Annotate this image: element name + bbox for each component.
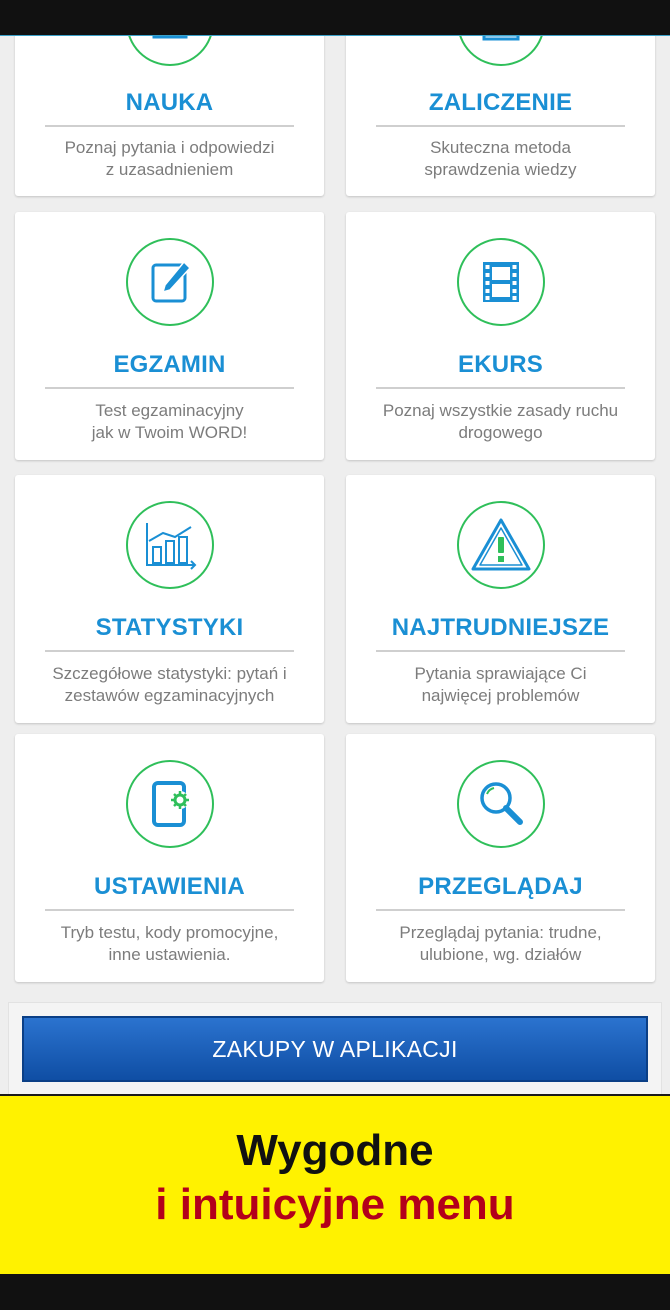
card-divider xyxy=(45,387,294,389)
card-title: PRZEGLĄDAJ xyxy=(418,873,583,900)
card-divider xyxy=(376,387,625,389)
card-divider xyxy=(45,125,294,127)
card-divider xyxy=(45,909,294,911)
card-divider xyxy=(376,909,625,911)
promo-banner: Wygodne i intuicyjne menu xyxy=(0,1094,670,1274)
card-description: Przeglądaj pytania: trudne, ulubione, wg.… xyxy=(399,923,602,964)
promo-headline: Wygodne xyxy=(236,1126,434,1175)
warning-icon xyxy=(456,501,545,589)
menu-card-najtrudniejsze[interactable]: NAJTRUDNIEJSZE Pytania sprawiające Ci naj… xyxy=(346,475,655,723)
film-strip-icon xyxy=(456,238,545,326)
checklist-icon xyxy=(456,36,545,66)
card-title: EKURS xyxy=(457,351,543,378)
card-description: Szczegółowe statystyki: pytań i zestawów … xyxy=(52,664,287,705)
book-icon xyxy=(125,36,214,66)
card-description: Skuteczna metoda sprawdzenia wiedzy xyxy=(424,138,577,179)
card-description: Test egzaminacyjny jak w Twoim WORD! xyxy=(91,401,248,442)
menu-card-zaliczenie[interactable]: ZALICZENIE Skuteczna metoda sprawdzenia w… xyxy=(346,36,655,196)
menu-card-nauka[interactable]: NAUKA Poznaj pytania i odpowiedzi z uzasa… xyxy=(15,36,324,196)
pencil-document-icon xyxy=(125,238,214,326)
menu-screen: NAUKA Poznaj pytania i odpowiedzi z uzasa… xyxy=(0,36,670,1094)
magnifier-icon xyxy=(456,760,545,848)
promo-subheadline: i intuicyjne menu xyxy=(155,1180,515,1229)
card-divider xyxy=(376,650,625,652)
card-title: NAUKA xyxy=(125,89,214,116)
card-description: Tryb testu, kody promocyjne, inne ustawie… xyxy=(60,923,279,964)
menu-card-statystyki[interactable]: STATYSTYKI Szczegółowe statystyki: pytań… xyxy=(15,475,324,723)
card-title: NAJTRUDNIEJSZE xyxy=(391,614,610,641)
bar-chart-icon xyxy=(125,501,214,589)
card-description: Poznaj pytania i odpowiedzi z uzasadnieni… xyxy=(64,138,275,179)
menu-card-ekurs[interactable]: EKURS Poznaj wszystkie zasady ruchu drogo… xyxy=(346,212,655,460)
menu-card-egzamin[interactable]: EGZAMIN Test egzaminacyjny jak w Twoim WO… xyxy=(15,212,324,460)
card-title: USTAWIENIA xyxy=(94,873,245,900)
card-title: EGZAMIN xyxy=(113,351,226,378)
card-title: ZALICZENIE xyxy=(428,89,573,116)
card-description: Poznaj wszystkie zasady ruchu drogowego xyxy=(382,401,619,442)
in-app-purchase-button[interactable]: ZAKUPY W APLIKACJI xyxy=(22,1016,648,1082)
tablet-settings-icon xyxy=(125,760,214,848)
menu-card-ustawienia[interactable]: USTAWIENIA Tryb testu, kody promocyjne, i… xyxy=(15,734,324,982)
navigation-bar xyxy=(0,1274,670,1310)
card-title: STATYSTYKI xyxy=(95,614,244,641)
card-divider xyxy=(45,650,294,652)
card-description: Pytania sprawiające Ci najwięcej problemó… xyxy=(414,664,587,705)
status-bar xyxy=(0,0,670,36)
menu-card-przegladaj[interactable]: PRZEGLĄDAJ Przeglądaj pytania: trudne, ul… xyxy=(346,734,655,982)
card-divider xyxy=(376,125,625,127)
